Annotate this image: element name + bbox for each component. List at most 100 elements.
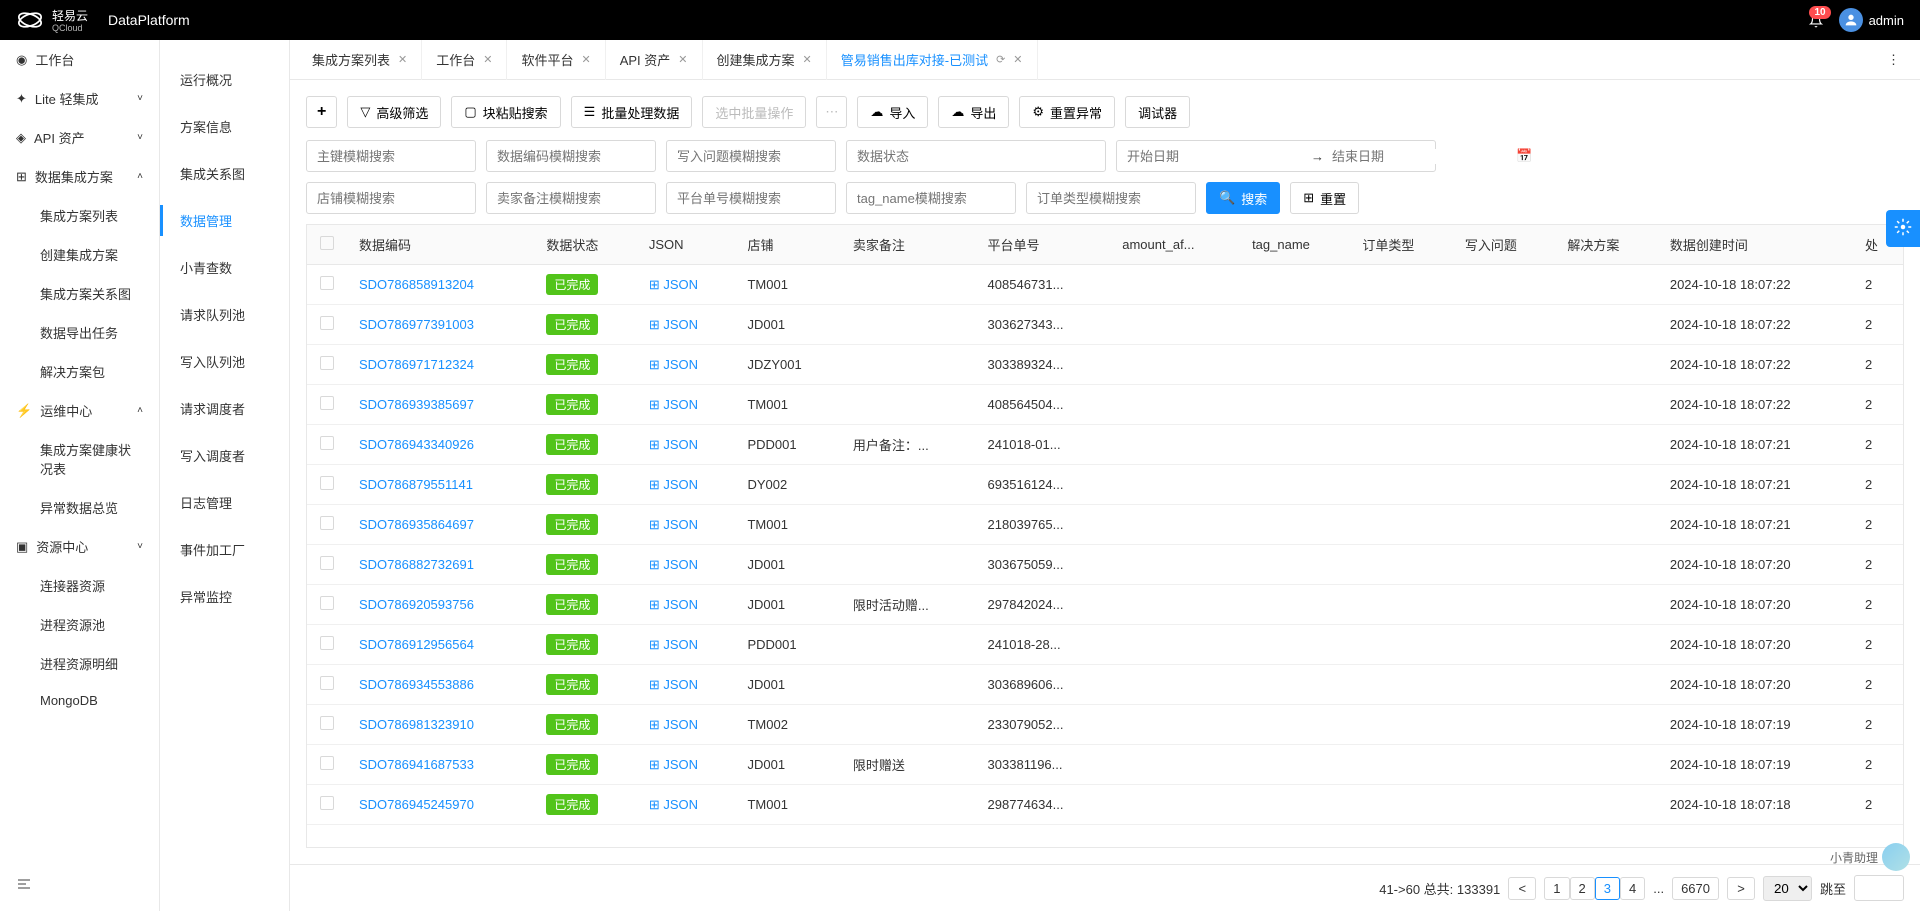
date-end-input[interactable] xyxy=(1332,149,1508,164)
advanced-filter-button[interactable]: ▽高级筛选 xyxy=(347,96,441,128)
ordertype-input[interactable] xyxy=(1026,182,1196,214)
sub-sidebar-item[interactable]: 集成关系图 xyxy=(160,150,289,197)
code-link[interactable]: SDO786934553886 xyxy=(359,677,474,692)
date-start-input[interactable] xyxy=(1127,149,1303,164)
sub-sidebar-item[interactable]: 异常监控 xyxy=(160,573,289,620)
close-icon[interactable]: ✕ xyxy=(1013,53,1022,66)
code-link[interactable]: SDO786858913204 xyxy=(359,277,474,292)
select-all-checkbox[interactable] xyxy=(320,236,334,250)
page-jump-input[interactable] xyxy=(1854,875,1904,901)
row-checkbox[interactable] xyxy=(320,396,334,410)
tabs-more-button[interactable]: ⋮ xyxy=(1875,52,1912,68)
sidebar-item[interactable]: ◉工作台 xyxy=(0,40,159,79)
sub-sidebar-item[interactable]: 写入调度者 xyxy=(160,432,289,479)
sub-sidebar-item[interactable]: 小青查数 xyxy=(160,244,289,291)
row-checkbox[interactable] xyxy=(320,636,334,650)
row-checkbox[interactable] xyxy=(320,516,334,530)
code-link[interactable]: SDO786943340926 xyxy=(359,437,474,452)
close-icon[interactable]: ✕ xyxy=(803,53,812,66)
seller-remark-input[interactable] xyxy=(486,182,656,214)
tagname-input[interactable] xyxy=(846,182,1016,214)
code-link[interactable]: SDO786945245970 xyxy=(359,797,474,812)
reset-exception-button[interactable]: ⚙重置异常 xyxy=(1019,96,1115,128)
sub-sidebar-item[interactable]: 运行概况 xyxy=(160,56,289,103)
code-link[interactable]: SDO786935864697 xyxy=(359,517,474,532)
platform-order-input[interactable] xyxy=(666,182,836,214)
code-link[interactable]: SDO786971712324 xyxy=(359,357,474,372)
page-next[interactable]: > xyxy=(1727,877,1755,900)
page-prev[interactable]: < xyxy=(1508,877,1536,900)
assistant-widget[interactable]: 小青助理 xyxy=(1830,843,1910,871)
json-link[interactable]: JSON xyxy=(649,717,698,732)
sub-sidebar-item[interactable]: 请求队列池 xyxy=(160,291,289,338)
sidebar-subitem[interactable]: 集成方案健康状况表 xyxy=(0,430,159,488)
sidebar-item[interactable]: ✦Lite 轻集成˅ xyxy=(0,79,159,118)
json-link[interactable]: JSON xyxy=(649,277,698,292)
sidebar-collapse-button[interactable] xyxy=(16,876,32,895)
row-checkbox[interactable] xyxy=(320,756,334,770)
tab[interactable]: 集成方案列表✕ xyxy=(298,40,422,80)
row-checkbox[interactable] xyxy=(320,316,334,330)
row-checkbox[interactable] xyxy=(320,356,334,370)
sidebar-item[interactable]: ⊞数据集成方案˄ xyxy=(0,157,159,196)
sub-sidebar-item[interactable]: 方案信息 xyxy=(160,103,289,150)
page-number[interactable]: 1 xyxy=(1544,877,1569,900)
reset-button[interactable]: ⊞重置 xyxy=(1290,182,1359,214)
sidebar-item[interactable]: ◈API 资产˅ xyxy=(0,118,159,157)
close-icon[interactable]: ✕ xyxy=(581,53,590,66)
sidebar-subitem[interactable]: 异常数据总览 xyxy=(0,488,159,527)
tab[interactable]: 软件平台✕ xyxy=(507,40,605,80)
code-link[interactable]: SDO786879551141 xyxy=(359,477,473,492)
sidebar-item[interactable]: ⚡运维中心˄ xyxy=(0,391,159,430)
search-button[interactable]: 🔍搜索 xyxy=(1206,182,1280,214)
import-button[interactable]: ☁导入 xyxy=(857,96,928,128)
sidebar-subitem[interactable]: 连接器资源 xyxy=(0,566,159,605)
sub-sidebar-item[interactable]: 数据管理 xyxy=(160,197,289,244)
code-link[interactable]: SDO786981323910 xyxy=(359,717,474,732)
row-checkbox[interactable] xyxy=(320,276,334,290)
close-icon[interactable]: ✕ xyxy=(398,53,407,66)
code-link[interactable]: SDO786939385697 xyxy=(359,397,474,412)
page-total[interactable]: 6670 xyxy=(1672,877,1719,900)
paste-search-button[interactable]: ▢块粘贴搜索 xyxy=(451,96,560,128)
sub-sidebar-item[interactable]: 写入队列池 xyxy=(160,338,289,385)
json-link[interactable]: JSON xyxy=(649,517,698,532)
json-link[interactable]: JSON xyxy=(649,797,698,812)
row-checkbox[interactable] xyxy=(320,796,334,810)
row-checkbox[interactable] xyxy=(320,436,334,450)
json-link[interactable]: JSON xyxy=(649,637,698,652)
json-link[interactable]: JSON xyxy=(649,357,698,372)
json-link[interactable]: JSON xyxy=(649,477,698,492)
tab[interactable]: 管易销售出库对接-已测试⟳✕ xyxy=(827,40,1038,80)
json-link[interactable]: JSON xyxy=(649,317,698,332)
json-link[interactable]: JSON xyxy=(649,557,698,572)
pk-search-input[interactable] xyxy=(306,140,476,172)
json-link[interactable]: JSON xyxy=(649,437,698,452)
row-checkbox[interactable] xyxy=(320,716,334,730)
sidebar-subitem[interactable]: 数据导出任务 xyxy=(0,313,159,352)
json-link[interactable]: JSON xyxy=(649,597,698,612)
code-link[interactable]: SDO786920593756 xyxy=(359,597,474,612)
shop-search-input[interactable] xyxy=(306,182,476,214)
sidebar-subitem[interactable]: MongoDB xyxy=(0,683,159,718)
sidebar-subitem[interactable]: 解决方案包 xyxy=(0,352,159,391)
notifications-button[interactable]: 10 xyxy=(1809,12,1823,28)
row-checkbox[interactable] xyxy=(320,676,334,690)
sidebar-subitem[interactable]: 集成方案关系图 xyxy=(0,274,159,313)
tab[interactable]: 工作台✕ xyxy=(422,40,507,80)
code-link[interactable]: SDO786941687533 xyxy=(359,757,474,772)
debugger-button[interactable]: 调试器 xyxy=(1125,96,1190,128)
page-number[interactable]: 2 xyxy=(1570,877,1595,900)
sidebar-subitem[interactable]: 集成方案列表 xyxy=(0,196,159,235)
page-number[interactable]: 3 xyxy=(1595,877,1620,900)
page-size-select[interactable]: 20 xyxy=(1763,876,1812,901)
code-link[interactable]: SDO786912956564 xyxy=(359,637,474,652)
export-button[interactable]: ☁导出 xyxy=(938,96,1009,128)
status-select[interactable] xyxy=(846,140,1106,172)
sub-sidebar-item[interactable]: 请求调度者 xyxy=(160,385,289,432)
sidebar-subitem[interactable]: 进程资源明细 xyxy=(0,644,159,683)
row-checkbox[interactable] xyxy=(320,556,334,570)
user-menu[interactable]: admin xyxy=(1839,8,1904,32)
close-icon[interactable]: ✕ xyxy=(678,53,687,66)
settings-float-button[interactable] xyxy=(1886,210,1920,247)
